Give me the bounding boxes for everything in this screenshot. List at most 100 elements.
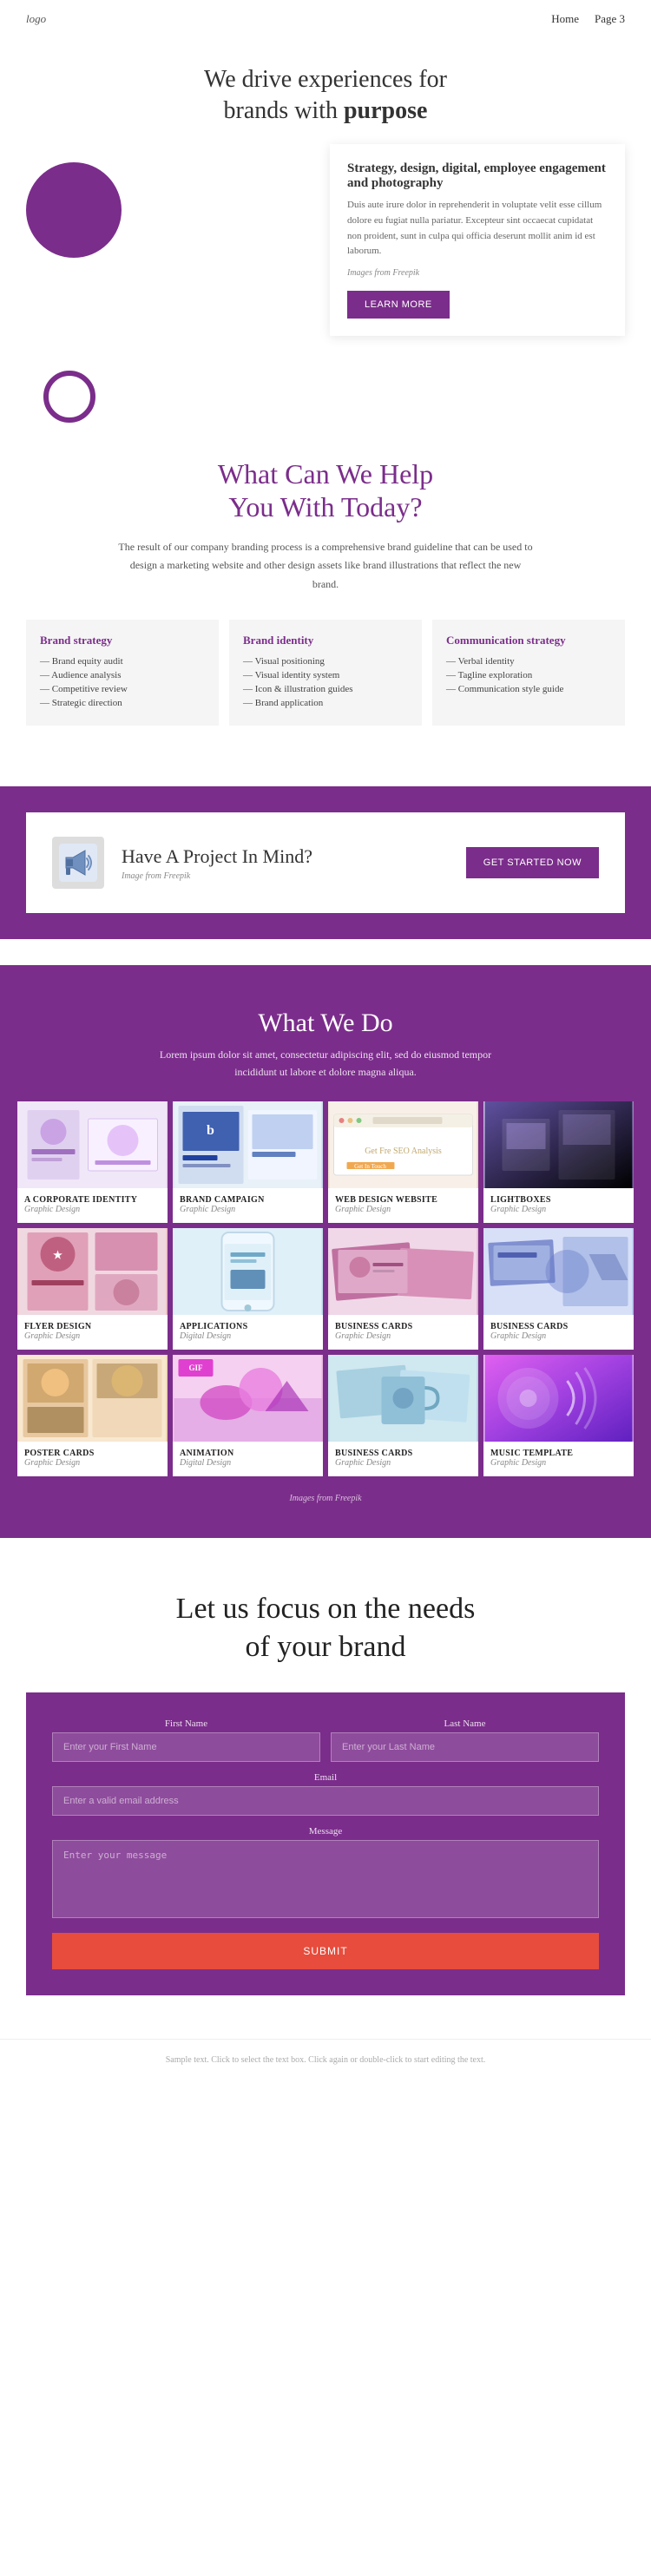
svg-text:GIF: GIF xyxy=(188,1364,203,1372)
portfolio-img-biz3 xyxy=(328,1355,478,1442)
item-title: BUSINESS CARDS xyxy=(490,1322,627,1331)
item-title: BRAND CAMPAIGN xyxy=(180,1195,316,1205)
item-title: ANIMATION xyxy=(180,1449,316,1458)
list-item: Strategic direction xyxy=(40,698,205,708)
portfolio-grid-row2: ★ FLYER DESIGN Graphic Design xyxy=(17,1228,634,1350)
card-title-brand-strategy: Brand strategy xyxy=(40,634,205,647)
item-title: BUSINESS CARDS xyxy=(335,1449,471,1458)
form-name-row: First Name Last Name xyxy=(52,1718,599,1762)
portfolio-label-biz3: BUSINESS CARDS Graphic Design xyxy=(328,1442,478,1476)
logo: logo xyxy=(26,12,46,26)
hero-text-card: Strategy, design, digital, employee enga… xyxy=(330,144,625,335)
portfolio-item-lightboxes[interactable]: LIGHTBOXES Graphic Design xyxy=(483,1101,634,1223)
freepik-credit: Images from Freepik xyxy=(347,266,608,280)
portfolio-item-biz2[interactable]: BUSINESS CARDS Graphic Design xyxy=(483,1228,634,1350)
list-item: Brand application xyxy=(243,698,408,708)
help-cards-container: Brand strategy Brand equity audit Audien… xyxy=(26,620,625,726)
item-category: Digital Design xyxy=(180,1331,316,1341)
learn-more-button[interactable]: LEARN MORE xyxy=(347,291,450,319)
item-title: APPLICATIONS xyxy=(180,1322,316,1331)
item-category: Graphic Design xyxy=(335,1458,471,1468)
brand-focus-heading: Let us focus on the needs of your brand xyxy=(108,1590,542,1666)
nav-home[interactable]: Home xyxy=(551,12,579,26)
ring-decoration xyxy=(43,371,95,423)
last-name-input[interactable] xyxy=(331,1732,599,1762)
list-item: Communication style guide xyxy=(446,684,611,694)
list-item: Icon & illustration guides xyxy=(243,684,408,694)
list-item: Brand equity audit xyxy=(40,656,205,667)
what-we-do-section: What We Do Lorem ipsum dolor sit amet, c… xyxy=(0,965,651,1537)
portfolio-item-flyer[interactable]: ★ FLYER DESIGN Graphic Design xyxy=(17,1228,168,1350)
portfolio-item-poster[interactable]: POSTER CARDS Graphic Design xyxy=(17,1355,168,1476)
portfolio-label-applications: APPLICATIONS Digital Design xyxy=(173,1315,323,1350)
first-name-input[interactable] xyxy=(52,1732,320,1762)
communication-list: Verbal identity Tagline exploration Comm… xyxy=(446,656,611,694)
first-name-group: First Name xyxy=(52,1718,320,1762)
portfolio-item-corporate-identity[interactable]: A CORPORATE IDENTITY Graphic Design xyxy=(17,1101,168,1223)
nav-page3[interactable]: Page 3 xyxy=(595,12,625,26)
hero-section: We drive experiences for brands with pur… xyxy=(0,38,651,388)
message-label: Message xyxy=(52,1826,599,1837)
portfolio-item-web-design[interactable]: Get Fre SEO Analysis Get In Touch WEB DE… xyxy=(328,1101,478,1223)
brand-strategy-list: Brand equity audit Audience analysis Com… xyxy=(40,656,205,708)
project-banner-content: Have A Project In Mind? Image from Freep… xyxy=(26,812,625,913)
item-title: WEB DESIGN WEBSITE xyxy=(335,1195,471,1205)
svg-text:Get In Touch: Get In Touch xyxy=(354,1163,386,1170)
project-heading: Have A Project In Mind? xyxy=(122,845,312,868)
hero-image-area: Strategy, design, digital, employee enga… xyxy=(26,145,625,336)
portfolio-img-corporate xyxy=(17,1101,168,1188)
project-text: Have A Project In Mind? Image from Freep… xyxy=(122,845,312,881)
portfolio-img-anim: GIF xyxy=(173,1355,323,1442)
portfolio-label-lightboxes: LIGHTBOXES Graphic Design xyxy=(483,1188,634,1223)
hero-content: Strategy, design, digital, employee enga… xyxy=(26,145,625,388)
portfolio-grid-row3: POSTER CARDS Graphic Design GIF xyxy=(17,1355,634,1476)
hero-card-body: Duis aute irure dolor in reprehenderit i… xyxy=(347,198,608,259)
portfolio-item-animation[interactable]: GIF ANIMATION Digital Design xyxy=(173,1355,323,1476)
first-name-label: First Name xyxy=(52,1718,320,1729)
form-email-row: Email xyxy=(52,1772,599,1816)
brand-identity-list: Visual positioning Visual identity syste… xyxy=(243,656,408,708)
submit-button[interactable]: SUBMIT xyxy=(52,1933,599,1969)
portfolio-img-app xyxy=(173,1228,323,1315)
portfolio-label-web: WEB DESIGN WEBSITE Graphic Design xyxy=(328,1188,478,1223)
megaphone-icon xyxy=(52,837,104,889)
portfolio-item-biz3[interactable]: BUSINESS CARDS Graphic Design xyxy=(328,1355,478,1476)
portfolio-item-biz1[interactable]: BUSINESS CARDS Graphic Design xyxy=(328,1228,478,1350)
wwd-subtitle: Lorem ipsum dolor sit amet, consectetur … xyxy=(152,1047,499,1080)
wwd-freepik-note: Images from Freepik xyxy=(17,1482,634,1512)
nav-links: Home Page 3 xyxy=(551,12,625,26)
contact-form-section: First Name Last Name Email Message SUBMI… xyxy=(26,1692,625,1995)
footer-text: Sample text. Click to select the text bo… xyxy=(26,2054,625,2067)
portfolio-label-corporate: A CORPORATE IDENTITY Graphic Design xyxy=(17,1188,168,1223)
help-card-brand-strategy: Brand strategy Brand equity audit Audien… xyxy=(26,620,219,726)
list-item: Competitive review xyxy=(40,684,205,694)
help-subtitle: The result of our company branding proce… xyxy=(117,538,534,595)
email-group: Email xyxy=(52,1772,599,1816)
portfolio-item-applications[interactable]: APPLICATIONS Digital Design xyxy=(173,1228,323,1350)
item-category: Graphic Design xyxy=(335,1205,471,1214)
svg-text:Get Fre SEO Analysis: Get Fre SEO Analysis xyxy=(365,1147,442,1156)
list-item: Visual identity system xyxy=(243,670,408,680)
list-item: Audience analysis xyxy=(40,670,205,680)
project-freepik: Image from Freepik xyxy=(122,871,312,881)
get-started-button[interactable]: GET STARTED NOW xyxy=(466,847,599,878)
item-title: MUSIC TEMPLATE xyxy=(490,1449,627,1458)
list-item: Tagline exploration xyxy=(446,670,611,680)
portfolio-img-web: Get Fre SEO Analysis Get In Touch xyxy=(328,1101,478,1188)
portfolio-item-brand-campaign[interactable]: b BRAND CAMPAIGN Graphic Design xyxy=(173,1101,323,1223)
item-category: Graphic Design xyxy=(180,1205,316,1214)
hero-title: We drive experiences for brands with pur… xyxy=(26,64,625,128)
item-title: FLYER DESIGN xyxy=(24,1322,161,1331)
item-title: BUSINESS CARDS xyxy=(335,1322,471,1331)
email-input[interactable] xyxy=(52,1786,599,1816)
message-textarea[interactable] xyxy=(52,1840,599,1918)
message-group: Message xyxy=(52,1826,599,1922)
portfolio-label-poster: POSTER CARDS Graphic Design xyxy=(17,1442,168,1476)
portfolio-label-animation: ANIMATION Digital Design xyxy=(173,1442,323,1476)
item-category: Graphic Design xyxy=(24,1205,161,1214)
portfolio-item-music[interactable]: MUSIC TEMPLATE Graphic Design xyxy=(483,1355,634,1476)
svg-text:b: b xyxy=(207,1123,214,1138)
portfolio-img-biz2 xyxy=(483,1228,634,1315)
form-message-row: Message xyxy=(52,1826,599,1922)
item-category: Graphic Design xyxy=(490,1331,627,1341)
